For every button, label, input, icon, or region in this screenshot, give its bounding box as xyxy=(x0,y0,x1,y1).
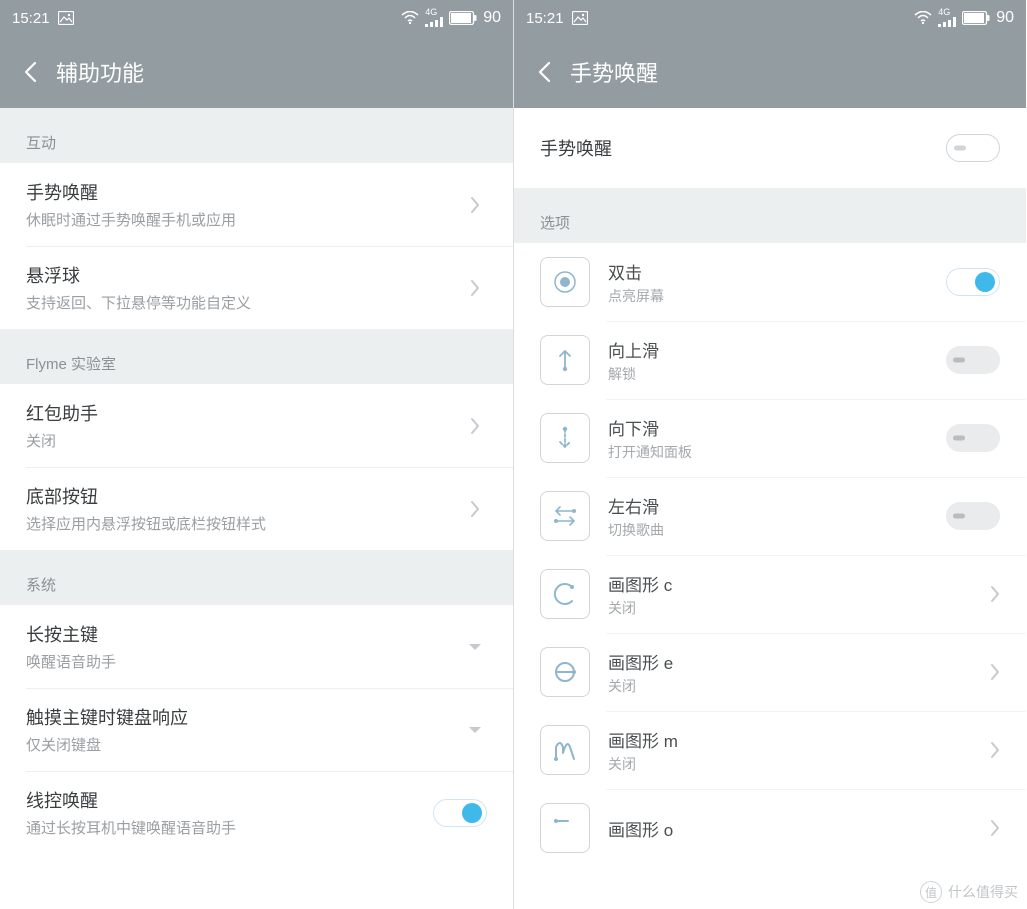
back-button[interactable] xyxy=(532,60,556,84)
signal-icon: 4G xyxy=(938,8,956,27)
gesture-option-row[interactable]: 向上滑解锁 xyxy=(514,321,1026,399)
up-icon xyxy=(540,335,590,385)
header: 手势唤醒 xyxy=(514,36,1026,108)
section-header: 系统 xyxy=(0,550,513,605)
section-header: Flyme 实验室 xyxy=(0,329,513,384)
row-subtitle: 关闭 xyxy=(26,430,463,451)
screenshot-icon xyxy=(58,11,74,25)
row-subtitle: 休眠时通过手势唤醒手机或应用 xyxy=(26,209,463,230)
page-title: 手势唤醒 xyxy=(570,56,658,88)
option-subtitle: 关闭 xyxy=(608,754,972,774)
watermark: 值 什么值得买 xyxy=(920,881,1018,903)
right-screen: 15:21 4G 90 手势唤醒 手势唤醒 选项 双击点亮屏幕向上滑解锁向下滑打… xyxy=(513,0,1026,909)
row-title: 红包助手 xyxy=(26,400,463,426)
option-subtitle: 解锁 xyxy=(608,364,928,384)
chevron-right-icon xyxy=(463,500,487,518)
m-icon xyxy=(540,725,590,775)
status-bar: 15:21 4G 90 xyxy=(0,0,513,36)
option-title: 画图形 c xyxy=(608,571,972,596)
row-title: 悬浮球 xyxy=(26,262,463,288)
option-subtitle: 打开通知面板 xyxy=(608,442,928,462)
watermark-text: 什么值得买 xyxy=(948,882,1018,902)
toggle[interactable] xyxy=(946,502,1000,530)
battery-icon xyxy=(962,11,990,25)
row-title: 线控唤醒 xyxy=(26,787,433,813)
doubletap-icon xyxy=(540,257,590,307)
row-subtitle: 通过长按耳机中键唤醒语音助手 xyxy=(26,817,433,838)
back-button[interactable] xyxy=(18,60,42,84)
row-title: 长按主键 xyxy=(26,621,463,647)
lr-icon xyxy=(540,491,590,541)
gesture-option-row[interactable]: 左右滑切换歌曲 xyxy=(514,477,1026,555)
row-title: 手势唤醒 xyxy=(26,179,463,205)
settings-row[interactable]: 长按主键唤醒语音助手 xyxy=(0,605,513,688)
master-toggle[interactable] xyxy=(946,134,1000,162)
chevron-right-icon xyxy=(990,663,1000,681)
section-header: 互动 xyxy=(0,108,513,163)
battery-icon xyxy=(449,11,477,25)
battery-pct: 90 xyxy=(483,9,501,27)
status-time: 15:21 xyxy=(12,10,50,27)
status-time: 15:21 xyxy=(526,10,564,27)
gesture-wake-master[interactable]: 手势唤醒 xyxy=(514,108,1026,188)
row-title: 触摸主键时键盘响应 xyxy=(26,704,463,730)
watermark-icon: 值 xyxy=(920,881,942,903)
toggle[interactable] xyxy=(433,799,487,827)
gesture-option-row[interactable]: 双击点亮屏幕 xyxy=(514,243,1026,321)
chevron-right-icon xyxy=(990,741,1000,759)
settings-row[interactable]: 手势唤醒休眠时通过手势唤醒手机或应用 xyxy=(0,163,513,246)
chevron-right-icon xyxy=(463,417,487,435)
option-subtitle: 点亮屏幕 xyxy=(608,286,928,306)
chevron-right-icon xyxy=(463,196,487,214)
row-subtitle: 支持返回、下拉悬停等功能自定义 xyxy=(26,292,463,313)
down-icon xyxy=(540,413,590,463)
option-title: 画图形 o xyxy=(608,816,972,841)
toggle[interactable] xyxy=(946,346,1000,374)
chevron-right-icon xyxy=(990,585,1000,603)
option-title: 向下滑 xyxy=(608,415,928,440)
wifi-icon xyxy=(401,11,419,25)
option-title: 双击 xyxy=(608,259,928,284)
section-header-options: 选项 xyxy=(514,188,1026,243)
settings-row[interactable]: 悬浮球支持返回、下拉悬停等功能自定义 xyxy=(0,246,513,329)
option-title: 画图形 e xyxy=(608,649,972,674)
row-subtitle: 唤醒语音助手 xyxy=(26,651,463,672)
option-subtitle: 切换歌曲 xyxy=(608,520,928,540)
master-label: 手势唤醒 xyxy=(540,135,946,161)
screenshot-icon xyxy=(572,11,588,25)
row-subtitle: 选择应用内悬浮按钮或底栏按钮样式 xyxy=(26,513,463,534)
o-icon xyxy=(540,803,590,853)
gesture-option-row[interactable]: 画图形 m关闭 xyxy=(514,711,1026,789)
signal-icon: 4G xyxy=(425,8,443,27)
option-title: 向上滑 xyxy=(608,337,928,362)
chevron-right-icon xyxy=(990,819,1000,837)
left-screen: 15:21 4G 90 辅助功能 互动手势唤醒休眠时通过手势唤醒手机或应用悬浮球… xyxy=(0,0,513,909)
page-title: 辅助功能 xyxy=(56,56,144,88)
header: 辅助功能 xyxy=(0,36,513,108)
status-bar: 15:21 4G 90 xyxy=(514,0,1026,36)
c-icon xyxy=(540,569,590,619)
settings-row[interactable]: 底部按钮选择应用内悬浮按钮或底栏按钮样式 xyxy=(0,467,513,550)
wifi-icon xyxy=(914,11,932,25)
gesture-option-row[interactable]: 画图形 c关闭 xyxy=(514,555,1026,633)
settings-row[interactable]: 触摸主键时键盘响应仅关闭键盘 xyxy=(0,688,513,771)
dropdown-icon xyxy=(463,726,487,734)
option-title: 左右滑 xyxy=(608,493,928,518)
battery-pct: 90 xyxy=(996,9,1014,27)
gesture-option-row[interactable]: 画图形 e关闭 xyxy=(514,633,1026,711)
row-subtitle: 仅关闭键盘 xyxy=(26,734,463,755)
gesture-option-row[interactable]: 向下滑打开通知面板 xyxy=(514,399,1026,477)
row-title: 底部按钮 xyxy=(26,483,463,509)
toggle[interactable] xyxy=(946,424,1000,452)
chevron-right-icon xyxy=(463,279,487,297)
settings-row[interactable]: 线控唤醒通过长按耳机中键唤醒语音助手 xyxy=(0,771,513,854)
gesture-option-row[interactable]: 画图形 o xyxy=(514,789,1026,867)
option-subtitle: 关闭 xyxy=(608,676,972,696)
toggle[interactable] xyxy=(946,268,1000,296)
option-subtitle: 关闭 xyxy=(608,598,972,618)
dropdown-icon xyxy=(463,643,487,651)
e-icon xyxy=(540,647,590,697)
option-title: 画图形 m xyxy=(608,727,972,752)
settings-row[interactable]: 红包助手关闭 xyxy=(0,384,513,467)
